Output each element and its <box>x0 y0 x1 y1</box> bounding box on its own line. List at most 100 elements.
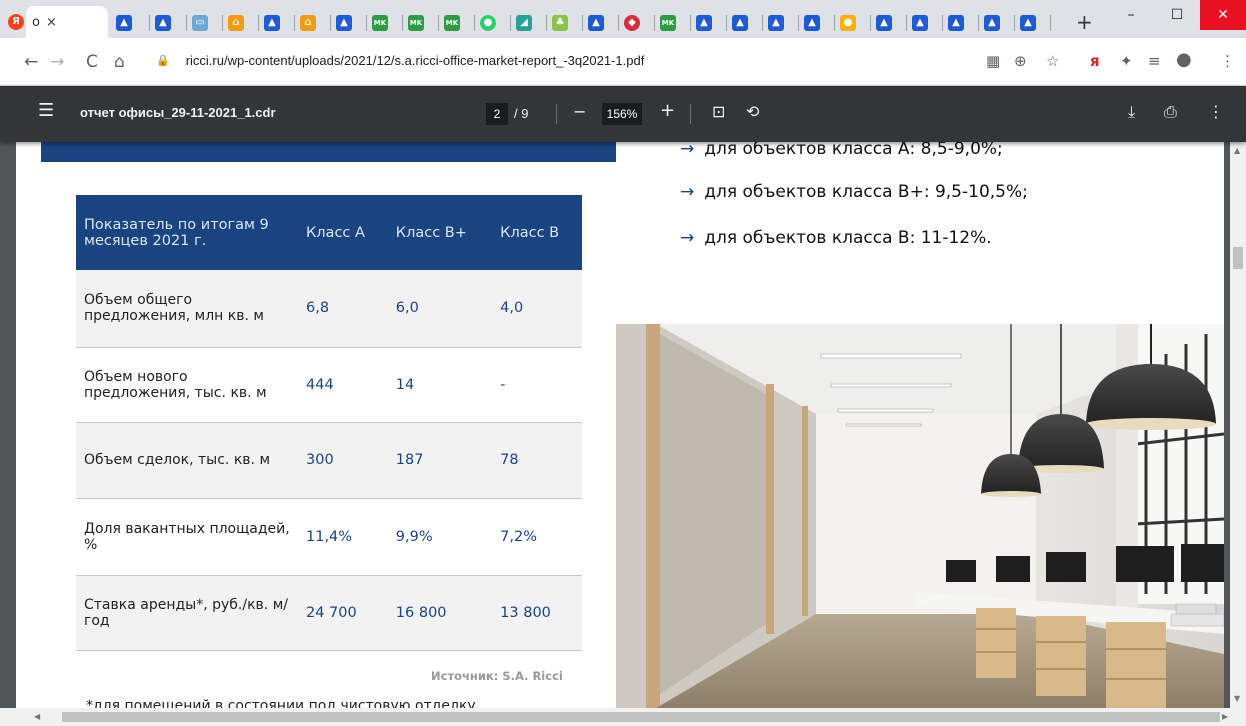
table-header: Показатель по итогам 9 месяцев 2021 г. <box>76 195 298 270</box>
table-header: Класс В+ <box>387 195 493 270</box>
lock-icon: 🔒 <box>156 53 170 67</box>
bookmark-star-icon[interactable]: ☆ <box>1046 52 1059 70</box>
chart-tab-icon[interactable]: ◢ <box>516 15 532 31</box>
ricci-tab-icon[interactable]: ▲ <box>912 15 928 31</box>
footnote: *для помещений в состоянии под чистовую … <box>86 698 476 708</box>
cell-class-b: - <box>492 347 582 423</box>
row-label: Доля вакантных площадей, % <box>76 498 298 576</box>
document-title: отчет офисы_29-11-2021_1.cdr <box>80 105 276 120</box>
reading-list-icon[interactable]: ≡ <box>1148 52 1161 70</box>
profile-icon[interactable]: ● <box>1176 49 1192 70</box>
mk-tab-icon[interactable]: MK <box>444 15 460 31</box>
ricci-tab-icon[interactable]: ▲ <box>264 15 280 31</box>
table-row: Ставка аренды*, руб./кв. м/год 24 700 16… <box>76 575 582 651</box>
ricci-tab-icon[interactable]: ▲ <box>155 15 171 31</box>
row-label: Объем нового предложения, тыс. кв. м <box>76 347 298 423</box>
ricci-tab-icon[interactable]: ▲ <box>876 15 892 31</box>
bullet-item: → для объектов класса В: 11-12%. <box>680 228 992 248</box>
horizontal-scrollbar[interactable]: ◀ ▶ <box>0 708 1246 726</box>
ricci-tab-icon[interactable]: ▲ <box>804 15 820 31</box>
zoom-input[interactable]: 156% <box>602 103 642 125</box>
cell-class-b: 4,0 <box>492 270 582 348</box>
pdf-toolbar: ☰ отчет офисы_29-11-2021_1.cdr 2 / 9 − 1… <box>0 86 1246 142</box>
ricci-tab-icon[interactable]: ▲ <box>588 15 604 31</box>
page-number-input[interactable]: 2 <box>486 103 508 125</box>
url-text: ricci.ru/wp-content/uploads/2021/12/s.a.… <box>185 52 645 68</box>
cell-class-bplus: 9,9% <box>387 498 493 576</box>
zoom-in-button[interactable]: + <box>660 100 675 121</box>
ricci-tab-icon[interactable]: ▲ <box>696 15 712 31</box>
cell-class-a: 444 <box>298 347 388 423</box>
office-photo <box>616 324 1224 708</box>
mk-tab-icon[interactable]: MK <box>660 15 676 31</box>
yandex-icon[interactable]: Я <box>8 14 24 30</box>
market-indicators-table: Показатель по итогам 9 месяцев 2021 г. К… <box>76 195 582 651</box>
home-icon[interactable]: ⌂ <box>114 52 125 72</box>
plant-tab-icon[interactable]: ♣ <box>552 15 568 31</box>
download-icon[interactable]: ⤓ <box>1128 102 1135 122</box>
monitor-tab-icon[interactable]: ▭ <box>192 15 208 31</box>
vertical-scroll-thumb[interactable] <box>1233 247 1243 269</box>
mk-tab-icon[interactable]: MK <box>408 15 424 31</box>
cell-class-b: 13 800 <box>492 575 582 651</box>
home-tab-icon[interactable]: ⌂ <box>300 15 316 31</box>
ricci-tab-icon[interactable]: ▲ <box>984 15 1000 31</box>
ricci-tab-icon[interactable]: ▲ <box>336 15 352 31</box>
office-interior-image <box>616 324 1224 708</box>
fit-page-icon[interactable]: ⊡ <box>712 102 725 121</box>
new-tab-button[interactable]: + <box>1076 10 1093 34</box>
zoom-out-button[interactable]: − <box>573 102 586 121</box>
close-tab-icon[interactable]: × <box>46 15 57 30</box>
bullet-item: → для объектов класса А: 8,5-9,0%; <box>680 142 1003 159</box>
qr-code-icon[interactable]: ▦ <box>986 52 1000 70</box>
ricci-tab-icon[interactable]: ▲ <box>116 15 132 31</box>
whatsapp-tab-icon[interactable]: ● <box>480 15 496 31</box>
cell-class-a: 24 700 <box>298 575 388 651</box>
tab-active[interactable]: о × <box>26 6 108 38</box>
back-icon[interactable]: ← <box>24 52 38 72</box>
extensions-icon[interactable]: ✦ <box>1120 52 1133 70</box>
scroll-down-icon[interactable]: ▼ <box>1234 694 1240 703</box>
reload-icon[interactable]: C <box>86 52 98 72</box>
table-header: Класс В <box>492 195 582 270</box>
bullet-text: для объектов класса В: 11-12%. <box>704 228 992 248</box>
scroll-right-icon[interactable]: ▶ <box>1222 712 1228 721</box>
row-label: Объем сделок, тыс. кв. м <box>76 422 298 499</box>
tab-active-label: о <box>32 14 40 30</box>
address-bar[interactable]: 🔒 ricci.ru/wp-content/uploads/2021/12/s.… <box>156 46 946 74</box>
horizontal-scroll-thumb[interactable] <box>62 712 1220 722</box>
minimize-button[interactable]: – <box>1108 0 1154 30</box>
arrow-icon: → <box>680 142 695 159</box>
yandex-extension-icon[interactable]: я <box>1090 52 1100 70</box>
mk-tab-icon[interactable]: MK <box>372 15 388 31</box>
ricci-tab-icon[interactable]: ▲ <box>1020 15 1036 31</box>
vertical-scrollbar[interactable]: ▲ ▼ <box>1230 142 1246 708</box>
forward-icon[interactable]: → <box>50 52 64 72</box>
browser-toolbar: ← → C ⌂ 🔒 ricci.ru/wp-content/uploads/20… <box>0 38 1246 86</box>
table-row: Объем нового предложения, тыс. кв. м 444… <box>76 347 582 423</box>
cube-tab-icon[interactable]: ◆ <box>624 15 640 31</box>
home-tab-icon[interactable]: ⌂ <box>228 15 244 31</box>
close-window-button[interactable]: ✕ <box>1200 0 1246 30</box>
map-pin-tab-icon[interactable]: ● <box>840 15 856 31</box>
menu-dots-icon[interactable]: ⋮ <box>1220 52 1235 70</box>
zoom-icon[interactable]: ⊕ <box>1014 52 1027 70</box>
ricci-tab-icon[interactable]: ▲ <box>732 15 748 31</box>
cell-class-b: 7,2% <box>492 498 582 576</box>
pdf-viewer: → для объектов класса А: 8,5-9,0%; → для о… <box>0 142 1230 708</box>
ricci-tab-icon[interactable]: ▲ <box>948 15 964 31</box>
cell-class-bplus: 16 800 <box>387 575 493 651</box>
scroll-left-icon[interactable]: ◀ <box>34 712 40 721</box>
page-header-bar <box>41 142 616 162</box>
hamburger-menu-icon[interactable]: ☰ <box>38 100 54 121</box>
more-options-icon[interactable]: ⋮ <box>1208 102 1224 121</box>
pdf-page: → для объектов класса А: 8,5-9,0%; → для о… <box>16 142 1224 708</box>
cell-class-bplus: 6,0 <box>387 270 493 348</box>
print-icon[interactable]: ⎙ <box>1164 102 1177 122</box>
cell-class-bplus: 14 <box>387 347 493 423</box>
maximize-button[interactable]: ☐ <box>1154 0 1200 30</box>
rotate-icon[interactable]: ⟲ <box>746 102 759 121</box>
scroll-up-icon[interactable]: ▲ <box>1234 146 1240 155</box>
ricci-tab-icon[interactable]: ▲ <box>768 15 784 31</box>
table-header-row: Показатель по итогам 9 месяцев 2021 г. К… <box>76 195 582 270</box>
